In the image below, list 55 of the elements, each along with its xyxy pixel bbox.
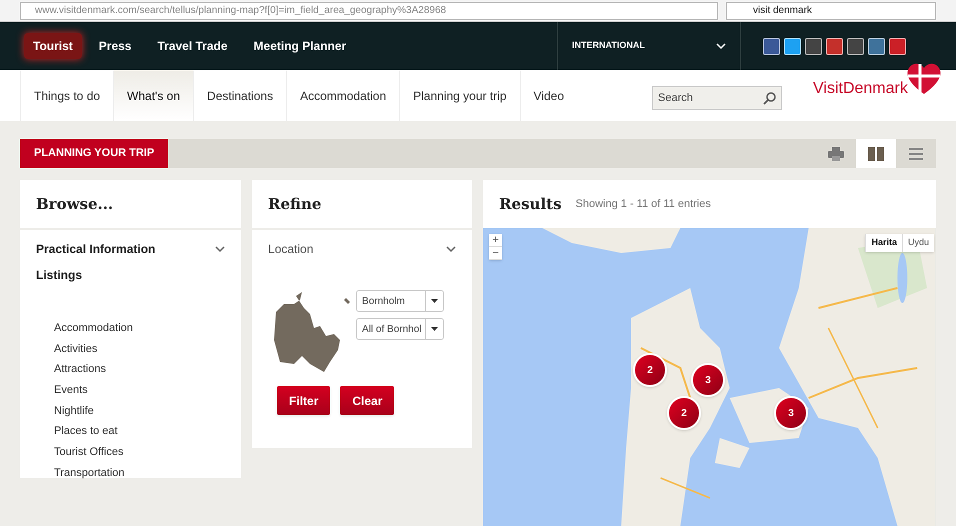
top-nav-link[interactable]: Travel Trade [148, 33, 237, 59]
chevron-icon [716, 42, 726, 50]
list-icon [909, 148, 923, 160]
social-icon[interactable] [826, 38, 843, 54]
social-icon[interactable] [847, 38, 864, 54]
top-nav-link[interactable]: Tourist [24, 33, 82, 59]
social-icon[interactable] [889, 38, 906, 54]
browse-group[interactable]: Practical Information [36, 236, 226, 262]
social-icon[interactable] [805, 38, 822, 54]
browse-group[interactable]: Listings [36, 262, 226, 288]
search-field[interactable]: Search [652, 86, 782, 110]
map-type-button[interactable]: Harita [865, 234, 902, 252]
listing-link[interactable]: Nightlife [54, 400, 226, 422]
top-nav-link[interactable]: Meeting Planner [244, 33, 356, 59]
chevron-icon [446, 246, 456, 252]
top-nav-link[interactable]: Press [90, 33, 140, 59]
listing-link[interactable]: Transportation [54, 462, 226, 484]
dropdown-arrow-icon [431, 327, 438, 331]
listing-link[interactable]: Tourist Offices [54, 442, 226, 463]
printer-icon [828, 146, 844, 160]
main-nav-tab[interactable]: Accommodation [286, 70, 400, 121]
denmark-map-icon [274, 290, 352, 374]
main-nav-tab[interactable]: Destinations [193, 70, 286, 121]
main-nav-tab[interactable]: Planning your trip [399, 70, 520, 121]
social-icon[interactable] [763, 38, 780, 54]
zoom-button[interactable]: − [489, 247, 502, 260]
listing-link[interactable]: Places to eat [54, 421, 226, 442]
panel-title: Results [499, 194, 562, 215]
listing-link[interactable]: Events [54, 380, 226, 401]
results-summary: Showing 1 - 11 of 11 entries [576, 196, 711, 212]
filter-action-button[interactable]: Filter [277, 386, 330, 415]
location-select[interactable]: Bornholm [356, 290, 444, 312]
panel-title: Refine [268, 194, 322, 215]
filter-action-button[interactable]: Clear [340, 386, 394, 415]
search-icon [763, 92, 776, 104]
panel-title: Browse... [36, 194, 114, 215]
zoom-button[interactable]: + [489, 234, 502, 247]
facet-label: Location [268, 241, 314, 258]
main-nav-tab[interactable]: Video [520, 70, 577, 121]
location-select[interactable]: All of Bornhol [356, 318, 444, 340]
view-toggle-button[interactable] [856, 139, 896, 168]
address-bar[interactable]: www.visitdenmark.com/search/tellus/planning-map?f[0]=im_field_area_geography%3A28968 [20, 2, 718, 20]
logo-text[interactable]: VisitDenmark [813, 77, 908, 101]
chevron-icon [215, 246, 226, 252]
social-icon[interactable] [784, 38, 801, 54]
listing-link[interactable]: Attractions [54, 359, 226, 380]
book-icon [868, 146, 884, 162]
section-title: PLANNING YOUR TRIP [20, 139, 168, 168]
main-nav-tab[interactable]: What's on [113, 70, 194, 121]
map-type-button[interactable]: Uydu [902, 234, 934, 252]
listing-link[interactable]: Accommodation [54, 318, 226, 339]
listing-link[interactable]: Activities [54, 338, 226, 360]
dropdown-arrow-icon [431, 299, 438, 303]
social-icon[interactable] [868, 38, 885, 54]
browser-search-field[interactable]: visit denmark [726, 2, 936, 20]
